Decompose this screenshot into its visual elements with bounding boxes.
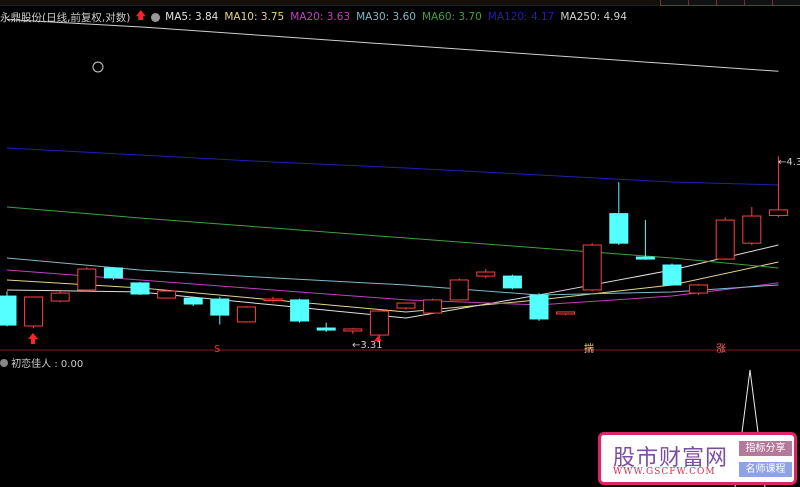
sell-signal: S xyxy=(214,344,220,355)
candle-body xyxy=(476,271,496,277)
candle-body xyxy=(609,213,629,244)
candle-body xyxy=(502,275,522,289)
candle-body xyxy=(343,328,363,332)
candle-body xyxy=(556,311,576,315)
candle-body xyxy=(369,310,389,336)
kline-chart[interactable]: ←3.31 ←4.3 S 揣 涨 xyxy=(0,0,800,487)
candle-body xyxy=(290,299,310,322)
share-indicator-button[interactable]: 指标分享 xyxy=(739,441,792,456)
candle-body xyxy=(689,284,709,294)
candle-body xyxy=(529,294,549,320)
watermark: 股市财富网 WWW.GSCFW.COM 指标分享 名师课程 xyxy=(598,432,797,485)
buy-arrow-icon xyxy=(28,333,38,344)
candle-body xyxy=(50,292,70,302)
candle-body xyxy=(24,296,44,327)
candle-body xyxy=(130,282,150,295)
signal-mark: 涨 xyxy=(716,343,726,355)
watermark-url: WWW.GSCFW.COM xyxy=(613,467,716,477)
candle-body xyxy=(768,209,788,216)
low-price-label: ←3.31 xyxy=(352,340,383,351)
candle-body xyxy=(662,264,682,286)
candle-body xyxy=(103,267,123,279)
candle-body xyxy=(449,279,469,301)
ma-line xyxy=(6,206,779,269)
buy-arrow-icon xyxy=(374,336,382,341)
candle-body xyxy=(635,256,655,260)
candle-body xyxy=(715,219,735,260)
ma-line xyxy=(6,19,779,72)
candle-body xyxy=(77,268,97,291)
candle-body xyxy=(210,298,230,316)
candle-body xyxy=(0,295,17,326)
signal-mark: 揣 xyxy=(584,342,594,355)
cursor-icon xyxy=(92,61,104,73)
high-price-label: ←4.3 xyxy=(778,157,800,168)
candle-body xyxy=(157,290,177,299)
indicator-label: 初恋佳人 : 0.00 xyxy=(0,355,83,370)
candle-body xyxy=(396,302,416,309)
settings-icon[interactable] xyxy=(0,359,8,367)
candle-body xyxy=(742,215,762,244)
candle-body xyxy=(263,298,283,302)
ma-line xyxy=(6,147,779,186)
candle-body xyxy=(582,244,602,291)
candle-body xyxy=(183,297,203,305)
courses-button[interactable]: 名师课程 xyxy=(739,462,792,477)
candle-body xyxy=(236,306,256,323)
candle-body xyxy=(423,299,443,314)
candle-body xyxy=(316,327,336,331)
